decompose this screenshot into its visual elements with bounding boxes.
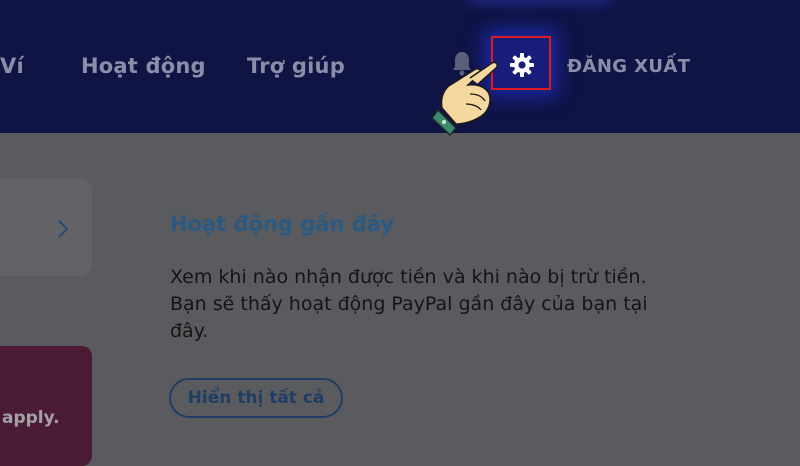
pointing-hand-icon [430,58,502,140]
show-all-button[interactable]: Hiển thị tất cả [169,378,343,418]
nav-item-help[interactable]: Trợ giúp [247,54,345,78]
recent-activity-description: Xem khi nào nhận được tiền và khi nào bị… [170,266,648,342]
promo-card[interactable] [0,346,92,466]
glow-effect [470,0,610,4]
promo-text: apply. [2,408,60,428]
logout-link[interactable]: ĐĂNG XUẤT [567,56,690,77]
top-navigation-bar: Ví Hoạt động Trợ giúp ĐĂNG XUẤT [0,0,800,133]
nav-item-activity[interactable]: Hoạt động [81,54,206,78]
recent-activity-title: Hoạt động gần đây [170,212,394,236]
nav-item-wallet[interactable]: Ví [0,54,24,78]
chevron-right-icon[interactable] [56,218,70,244]
gear-icon [510,53,534,77]
account-card[interactable] [0,178,92,276]
